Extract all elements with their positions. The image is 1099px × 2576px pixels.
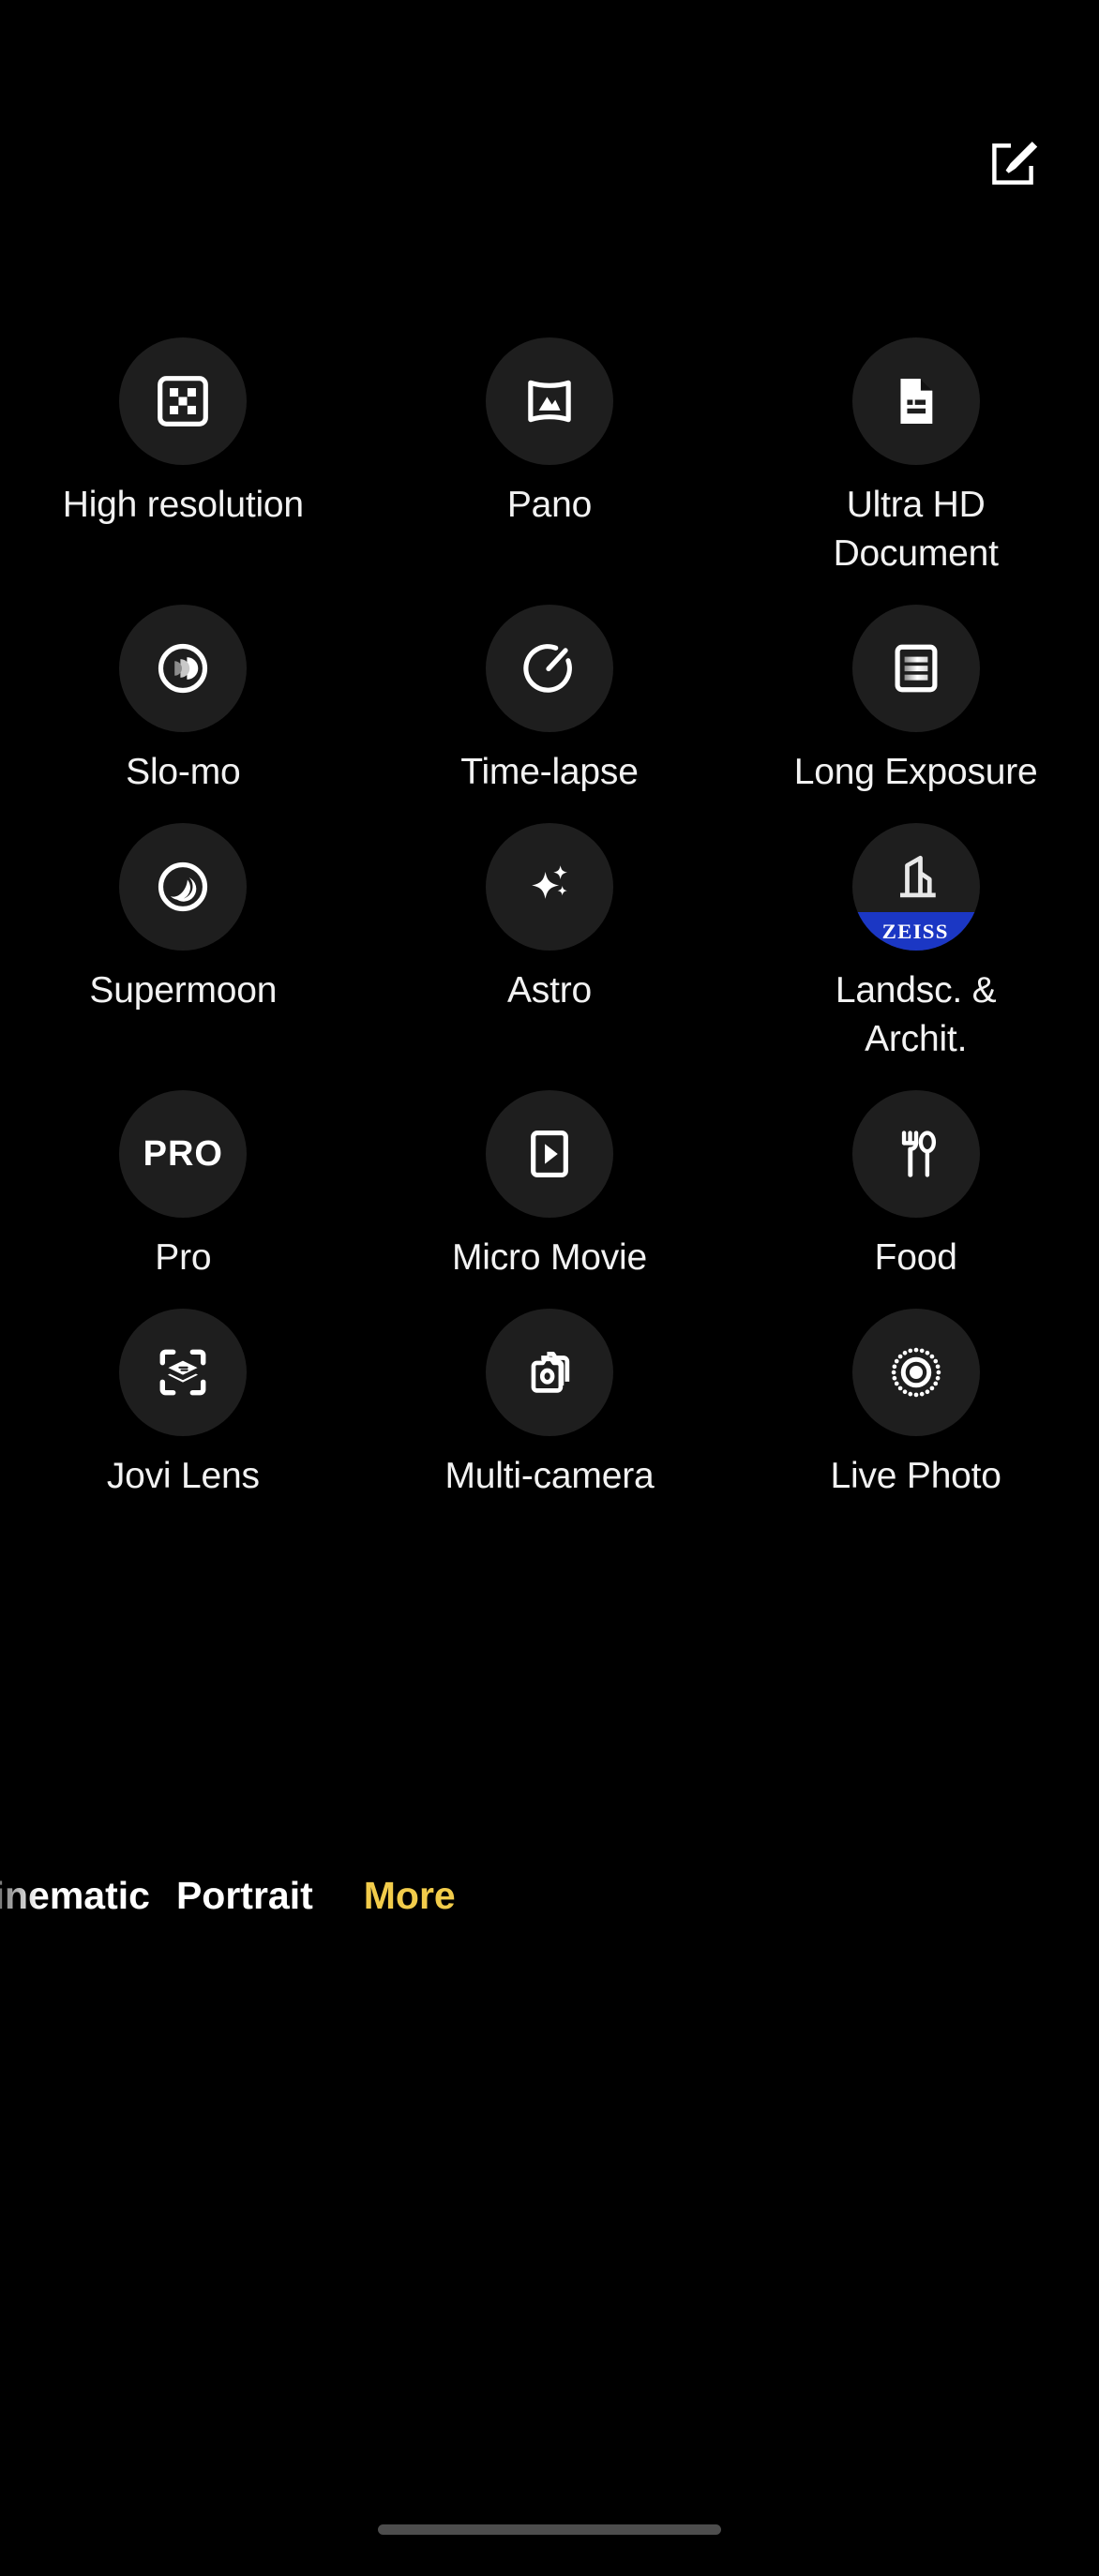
- building-icon: [888, 848, 944, 905]
- camera-mode-grid: High resolution Pano Ultra HD Document S…: [0, 337, 1099, 1501]
- mode-slo-mo[interactable]: Slo-mo: [0, 605, 367, 797]
- mode-icon-wrap: [851, 1090, 980, 1218]
- zeiss-badge-label: ZEISS: [882, 919, 950, 943]
- mode-icon-wrap: [851, 605, 980, 732]
- mode-long-exposure[interactable]: Long Exposure: [732, 605, 1099, 797]
- mode-label: Micro Movie: [451, 1237, 647, 1278]
- multi-camera-icon: [520, 1343, 579, 1401]
- mode-high-resolution[interactable]: High resolution: [0, 337, 367, 578]
- top-bar: [0, 0, 1099, 281]
- mode-icon-wrap: [485, 1090, 613, 1218]
- time-lapse-gauge-icon: [520, 639, 579, 697]
- sparkle-star-icon: [520, 858, 579, 916]
- fork-spoon-icon: [887, 1125, 945, 1183]
- mode-strip-item-more[interactable]: More: [364, 1861, 456, 1931]
- mode-live-photo[interactable]: Live Photo: [732, 1309, 1099, 1501]
- mode-icon-wrap: [851, 1309, 980, 1436]
- mode-icon-wrap: [485, 1309, 613, 1436]
- mode-label: Jovi Lens: [106, 1456, 260, 1496]
- mode-icon-wrap: PRO: [119, 1090, 248, 1218]
- mode-label: Long Exposure: [793, 752, 1038, 792]
- mode-pano[interactable]: Pano: [367, 337, 733, 578]
- mode-label: Supermoon: [89, 970, 278, 1011]
- pro-text-icon: PRO: [143, 1133, 223, 1174]
- mode-food[interactable]: Food: [732, 1090, 1099, 1282]
- mode-label: Ultra HD Document: [833, 485, 999, 574]
- mode-micro-movie[interactable]: Micro Movie: [367, 1090, 733, 1282]
- mode-icon-wrap: [119, 605, 248, 732]
- panorama-icon: [520, 372, 579, 430]
- mode-strip-item-cinematic[interactable]: Cinematic: [0, 1861, 150, 1931]
- mode-label: High resolution: [62, 485, 304, 525]
- moon-icon: [154, 858, 212, 916]
- mode-icon-wrap: ZEISS: [851, 823, 980, 951]
- scan-layers-icon: [154, 1343, 212, 1401]
- mode-label: Slo-mo: [126, 752, 241, 792]
- mode-icon-wrap: [485, 823, 613, 951]
- home-indicator-bar[interactable]: [378, 2524, 721, 2535]
- live-photo-icon: [885, 1341, 947, 1403]
- long-exposure-icon: [887, 639, 945, 697]
- mode-label: Landsc. & Archit.: [835, 970, 997, 1059]
- mode-landscape-architecture[interactable]: ZEISS Landsc. & Archit.: [732, 823, 1099, 1064]
- edit-button[interactable]: [985, 136, 1041, 192]
- mode-ultra-hd-document[interactable]: Ultra HD Document: [732, 337, 1099, 578]
- mode-pro[interactable]: PRO Pro: [0, 1090, 367, 1282]
- mode-label: Astro: [506, 970, 592, 1011]
- mode-supermoon[interactable]: Supermoon: [0, 823, 367, 1064]
- mode-icon-wrap: [485, 605, 613, 732]
- mode-label: Pano: [506, 485, 593, 525]
- mode-jovi-lens[interactable]: Jovi Lens: [0, 1309, 367, 1501]
- mode-icon-wrap: [119, 1309, 248, 1436]
- mode-label: Food: [874, 1237, 957, 1278]
- play-video-icon: [520, 1125, 579, 1183]
- slow-motion-icon: [154, 639, 212, 697]
- mode-icon-wrap: [851, 337, 980, 465]
- mode-multi-camera[interactable]: Multi-camera: [367, 1309, 733, 1501]
- mode-label: Live Photo: [830, 1456, 1002, 1496]
- edit-square-pencil-icon: [986, 138, 1039, 190]
- mode-astro[interactable]: Astro: [367, 823, 733, 1064]
- mode-strip-item-portrait[interactable]: Portrait: [176, 1861, 313, 1931]
- zeiss-badge: ZEISS: [851, 912, 980, 951]
- mode-time-lapse[interactable]: Time-lapse: [367, 605, 733, 797]
- mode-icon-wrap: [119, 823, 248, 951]
- high-resolution-icon: [154, 372, 212, 430]
- mode-label: Multi-camera: [444, 1456, 655, 1496]
- document-icon: [887, 372, 945, 430]
- mode-label: Time-lapse: [460, 752, 639, 792]
- mode-icon-wrap: [485, 337, 613, 465]
- camera-mode-strip: Cinematic Portrait More: [0, 1861, 1099, 1931]
- mode-icon-wrap: [119, 337, 248, 465]
- mode-label: Pro: [155, 1237, 212, 1278]
